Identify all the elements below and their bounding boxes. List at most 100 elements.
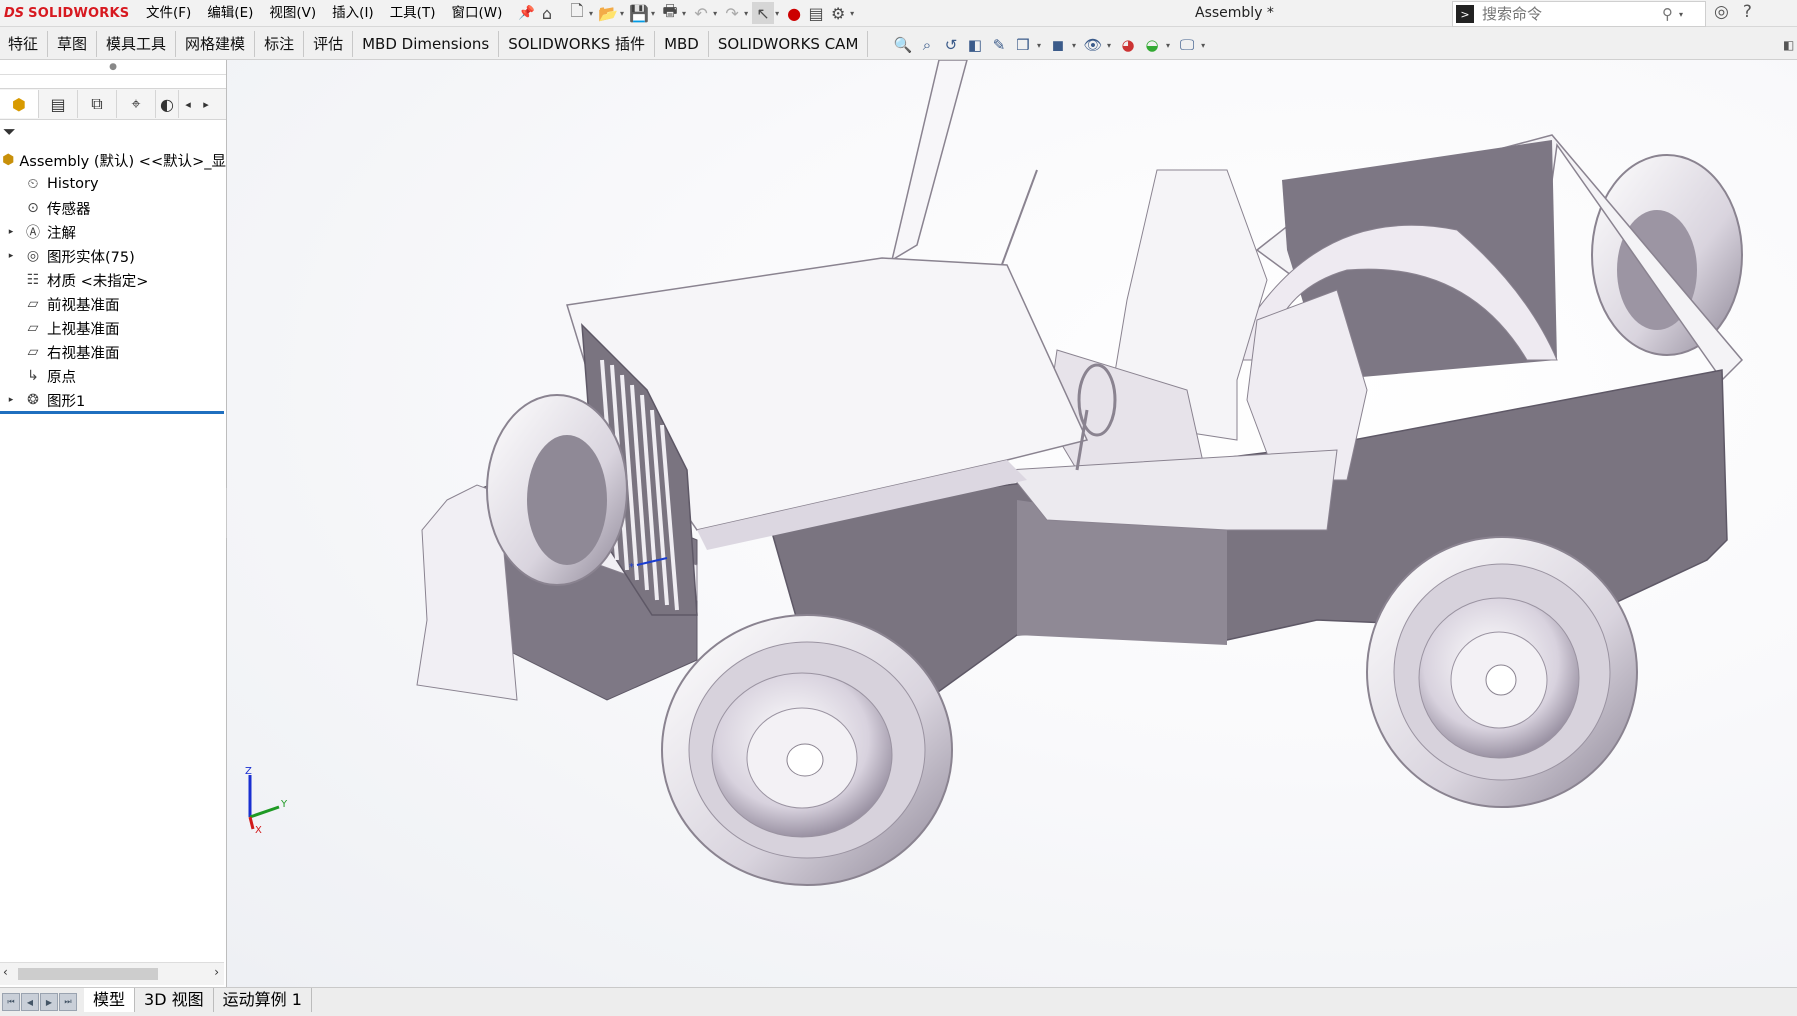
edit-appearance-icon[interactable]: ◕	[1117, 34, 1139, 56]
tab-3d-views[interactable]: 3D 视图	[135, 988, 214, 1012]
scrollbar-thumb[interactable]	[18, 968, 158, 980]
collapse-taskpane-icon[interactable]: ◧	[1783, 38, 1794, 52]
tree-item-front-plane[interactable]: ▱ 前视基准面	[0, 292, 226, 316]
tab-mold-tools[interactable]: 模具工具	[97, 31, 177, 57]
print-icon[interactable]: 🖶	[659, 1, 681, 24]
chevron-down-icon[interactable]: ▾	[713, 9, 717, 18]
select-cursor-icon[interactable]: ↖	[752, 2, 775, 24]
apply-scene-icon[interactable]: ◒	[1141, 34, 1163, 56]
tree-item-history[interactable]: ⏲ History	[0, 172, 226, 196]
tab-features[interactable]: 特征	[0, 31, 49, 57]
chevron-down-icon[interactable]: ▾	[1072, 41, 1076, 50]
tab-scroll-right-icon[interactable]: ▸	[197, 98, 215, 111]
file-properties-icon[interactable]: ▤	[805, 2, 827, 24]
chevron-down-icon[interactable]: ▾	[775, 9, 779, 18]
chevron-down-icon[interactable]: ▾	[1037, 41, 1041, 50]
search-icon[interactable]: ⚲	[1662, 5, 1673, 23]
solidworks-logo[interactable]: DS SOLIDWORKS	[4, 3, 129, 23]
menu-tools[interactable]: 工具(T)	[382, 4, 444, 22]
search-input[interactable]	[1480, 4, 1654, 24]
scroll-right-icon[interactable]: ›	[214, 965, 219, 979]
chevron-down-icon[interactable]: ▾	[1166, 41, 1170, 50]
menu-window[interactable]: 窗口(W)	[443, 4, 510, 22]
redo-icon[interactable]: ↷	[721, 2, 743, 24]
chevron-down-icon[interactable]: ▾	[620, 9, 624, 18]
zoom-to-fit-icon[interactable]: 🔍	[892, 34, 914, 56]
options-gear-icon[interactable]: ⚙	[827, 2, 849, 24]
tab-mesh-modeling[interactable]: 网格建模	[176, 31, 256, 57]
tab-evaluate[interactable]: 评估	[304, 31, 354, 57]
configurationmanager-tab-icon[interactable]: ⧉	[78, 90, 117, 118]
user-account-icon[interactable]: ◎	[1714, 2, 1729, 22]
tab-scroll-left-icon[interactable]: ◂	[179, 98, 197, 111]
graphics-viewport[interactable]: * Z Y X	[227, 60, 1797, 987]
tab-solidworks-cam[interactable]: SOLIDWORKS CAM	[709, 31, 869, 57]
tab-mbd-dimensions[interactable]: MBD Dimensions	[353, 31, 500, 57]
hide-show-items-icon[interactable]: 👁	[1082, 34, 1104, 56]
undo-icon[interactable]: ↶	[690, 2, 712, 24]
last-tab-icon[interactable]: ⏭	[59, 993, 77, 1011]
view-orientation-icon[interactable]: ❒	[1012, 34, 1034, 56]
featuremanager-tab-icon[interactable]: ⬢	[0, 90, 39, 118]
filter-icon[interactable]: ⏷	[3, 122, 16, 142]
chevron-down-icon[interactable]: ▾	[1107, 41, 1111, 50]
search-command-box[interactable]: > ⚲ ▾	[1452, 1, 1706, 27]
menu-view[interactable]: 视图(V)	[261, 4, 324, 22]
chevron-down-icon[interactable]: ▾	[682, 9, 686, 18]
expand-arrow-icon[interactable]: ▸	[0, 227, 22, 237]
menu-insert[interactable]: 插入(I)	[324, 4, 382, 22]
tab-sketch[interactable]: 草图	[48, 31, 98, 57]
dimxpert-tab-icon[interactable]: ⌖	[117, 90, 156, 118]
command-tabs: 特征 草图 模具工具 网格建模 标注 评估 MBD Dimensions SOL…	[0, 31, 869, 57]
chevron-down-icon[interactable]: ▾	[651, 9, 655, 18]
tab-markup[interactable]: 标注	[255, 31, 305, 57]
dynamic-annotation-icon[interactable]: ✎	[988, 34, 1010, 56]
tree-item-annotations[interactable]: ▸ Ⓐ 注解	[0, 220, 226, 244]
zoom-to-area-icon[interactable]: ⌕	[916, 34, 938, 56]
tree-item-origin[interactable]: ↳ 原点	[0, 364, 226, 388]
tree-root-label: Assembly (默认) <<默认>_显	[19, 153, 226, 170]
feature-tree: ⬢ Assembly (默认) <<默认>_显 ⏲ History ⊙ 传感器 …	[0, 148, 226, 412]
menu-file[interactable]: 文件(F)	[138, 4, 199, 22]
expand-arrow-icon[interactable]: ▸	[0, 251, 22, 261]
first-tab-icon[interactable]: ⏮	[2, 993, 20, 1011]
view-settings-icon[interactable]: 🖵	[1176, 34, 1198, 56]
previous-view-icon[interactable]: ↺	[940, 34, 962, 56]
display-style-icon[interactable]: ◼	[1047, 34, 1069, 56]
tree-item-sensors[interactable]: ⊙ 传感器	[0, 196, 226, 220]
next-tab-icon[interactable]: ▶	[40, 993, 58, 1011]
tab-mbd[interactable]: MBD	[655, 31, 709, 57]
tree-root-assembly[interactable]: ⬢ Assembly (默认) <<默认>_显	[0, 148, 226, 172]
section-view-icon[interactable]: ◧	[964, 34, 986, 56]
chevron-down-icon[interactable]: ▾	[1679, 10, 1683, 19]
rollback-bar[interactable]	[0, 411, 224, 414]
open-folder-icon[interactable]: 📂	[597, 2, 619, 24]
menu-edit[interactable]: 编辑(E)	[199, 4, 261, 22]
new-document-icon[interactable]: 🗋	[566, 1, 588, 24]
tree-item-graphics1[interactable]: ▸ ❂ 图形1	[0, 388, 226, 412]
tree-item-material[interactable]: ☷ 材质 <未指定>	[0, 268, 226, 292]
rebuild-icon[interactable]: ●	[783, 2, 805, 24]
tree-item-top-plane[interactable]: ▱ 上视基准面	[0, 316, 226, 340]
prev-tab-icon[interactable]: ◀	[21, 993, 39, 1011]
sensor-icon: ⊙	[27, 200, 39, 216]
tab-model[interactable]: 模型	[84, 988, 136, 1012]
scroll-left-icon[interactable]: ‹	[3, 965, 8, 979]
save-icon[interactable]: 💾	[628, 2, 650, 24]
home-icon[interactable]: ⌂	[536, 2, 558, 24]
expand-arrow-icon[interactable]: ▸	[0, 395, 22, 405]
chevron-down-icon[interactable]: ▾	[744, 9, 748, 18]
tree-item-graphics-bodies[interactable]: ▸ ◎ 图形实体(75)	[0, 244, 226, 268]
tab-solidworks-addins[interactable]: SOLIDWORKS 插件	[499, 31, 656, 57]
tab-motion-study[interactable]: 运动算例 1	[214, 988, 312, 1012]
chevron-down-icon[interactable]: ▾	[589, 9, 593, 18]
help-icon[interactable]: ?	[1743, 2, 1752, 22]
chevron-down-icon[interactable]: ▾	[1201, 41, 1205, 50]
horizontal-scrollbar[interactable]: ‹ ›	[0, 962, 224, 985]
propertymanager-tab-icon[interactable]: ▤	[39, 90, 78, 118]
jeep-model[interactable]: *	[227, 60, 1797, 987]
chevron-down-icon[interactable]: ▾	[850, 9, 854, 18]
display-manager-tab-icon[interactable]: ◐	[156, 90, 179, 118]
panel-grip[interactable]: ●	[0, 60, 226, 75]
tree-item-right-plane[interactable]: ▱ 右视基准面	[0, 340, 226, 364]
